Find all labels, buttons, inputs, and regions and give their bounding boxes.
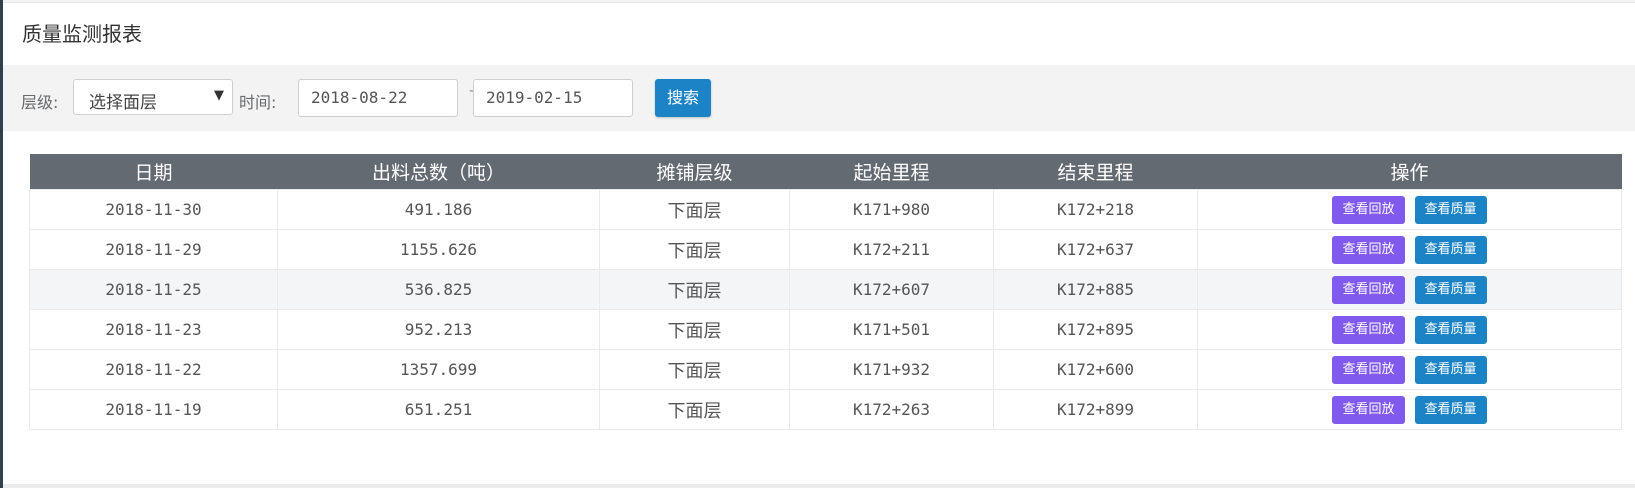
view-quality-button[interactable]: 查看质量 (1414, 315, 1487, 344)
page-title: 质量监测报表 (22, 22, 142, 46)
cell-total: 651.251 (277, 389, 600, 430)
cell-layer: 下面层 (599, 229, 790, 270)
cell-layer: 下面层 (599, 309, 790, 350)
layer-label: 层级: (21, 93, 59, 112)
cell-layer: 下面层 (599, 189, 790, 230)
cell-start-mileage: K171+501 (789, 309, 994, 350)
table-header-row: 日期 出料总数（吨） 摊铺层级 起始里程 结束里程 操作 (29, 154, 1622, 190)
cell-actions: 查看回放 查看质量 (1197, 389, 1622, 430)
table-row: 2018-11-22 1357.699 下面层 K171+932 K172+60… (29, 349, 1622, 390)
cell-date: 2018-11-29 (29, 229, 278, 270)
cell-start-mileage: K171+932 (789, 349, 994, 390)
cell-date: 2018-11-30 (29, 189, 278, 230)
cell-layer: 下面层 (599, 389, 790, 430)
caret-down-icon: ▼ (214, 88, 224, 103)
layer-select-value: 选择面层 (89, 93, 157, 113)
header-start-mileage: 起始里程 (789, 154, 994, 190)
cell-end-mileage: K172+637 (993, 229, 1198, 270)
cell-date: 2018-11-19 (29, 389, 278, 430)
header-total: 出料总数（吨） (277, 154, 600, 190)
search-button[interactable]: 搜索 (655, 79, 711, 117)
header-date: 日期 (29, 154, 278, 190)
cell-end-mileage: K172+600 (993, 349, 1198, 390)
cell-date: 2018-11-23 (29, 309, 278, 350)
cell-total: 1155.626 (277, 229, 600, 270)
report-panel: 质量监测报表 层级: 选择面层 ▼ 时间: 2018-08-22 - 2019-… (3, 2, 1635, 485)
table-row: 2018-11-30 491.186 下面层 K171+980 K172+218… (29, 189, 1622, 230)
header-end-mileage: 结束里程 (993, 154, 1198, 190)
view-replay-button[interactable]: 查看回放 (1332, 275, 1405, 304)
layer-select[interactable]: 选择面层 ▼ (73, 79, 233, 115)
view-replay-button[interactable]: 查看回放 (1332, 235, 1405, 264)
bottom-divider (3, 484, 1635, 488)
view-replay-button[interactable]: 查看回放 (1332, 355, 1405, 384)
view-quality-button[interactable]: 查看质量 (1414, 235, 1487, 264)
cell-total: 952.213 (277, 309, 600, 350)
cell-start-mileage: K172+607 (789, 269, 994, 310)
header-layer: 摊铺层级 (599, 154, 790, 190)
cell-actions: 查看回放 查看质量 (1197, 269, 1622, 310)
header-actions: 操作 (1197, 154, 1622, 190)
cell-actions: 查看回放 查看质量 (1197, 229, 1622, 270)
cell-end-mileage: K172+899 (993, 389, 1198, 430)
view-quality-button[interactable]: 查看质量 (1414, 355, 1487, 384)
cell-start-mileage: K171+980 (789, 189, 994, 230)
cell-total: 491.186 (277, 189, 600, 230)
cell-start-mileage: K172+211 (789, 229, 994, 270)
view-replay-button[interactable]: 查看回放 (1332, 315, 1405, 344)
view-replay-button[interactable]: 查看回放 (1332, 395, 1405, 424)
time-label: 时间: (239, 93, 277, 112)
cell-actions: 查看回放 查看质量 (1197, 309, 1622, 350)
view-quality-button[interactable]: 查看质量 (1414, 395, 1487, 424)
report-table: 日期 出料总数（吨） 摊铺层级 起始里程 结束里程 操作 2018-11-30 … (29, 154, 1622, 430)
cell-start-mileage: K172+263 (789, 389, 994, 430)
cell-layer: 下面层 (599, 349, 790, 390)
cell-total: 1357.699 (277, 349, 600, 390)
cell-end-mileage: K172+218 (993, 189, 1198, 230)
view-quality-button[interactable]: 查看质量 (1414, 275, 1487, 304)
view-quality-button[interactable]: 查看质量 (1414, 195, 1487, 224)
cell-actions: 查看回放 查看质量 (1197, 189, 1622, 230)
cell-total: 536.825 (277, 269, 600, 310)
table-row: 2018-11-25 536.825 下面层 K172+607 K172+885… (29, 269, 1622, 310)
end-date-input[interactable]: 2019-02-15 (473, 79, 633, 117)
cell-date: 2018-11-22 (29, 349, 278, 390)
table-row: 2018-11-23 952.213 下面层 K171+501 K172+895… (29, 309, 1622, 350)
table-row: 2018-11-19 651.251 下面层 K172+263 K172+899… (29, 389, 1622, 430)
cell-end-mileage: K172+885 (993, 269, 1198, 310)
view-replay-button[interactable]: 查看回放 (1332, 195, 1405, 224)
table-row: 2018-11-29 1155.626 下面层 K172+211 K172+63… (29, 229, 1622, 270)
cell-actions: 查看回放 查看质量 (1197, 349, 1622, 390)
cell-date: 2018-11-25 (29, 269, 278, 310)
cell-end-mileage: K172+895 (993, 309, 1198, 350)
cell-layer: 下面层 (599, 269, 790, 310)
start-date-input[interactable]: 2018-08-22 (298, 79, 458, 117)
filter-bar: 层级: 选择面层 ▼ 时间: 2018-08-22 - 2019-02-15 搜… (3, 65, 1635, 131)
